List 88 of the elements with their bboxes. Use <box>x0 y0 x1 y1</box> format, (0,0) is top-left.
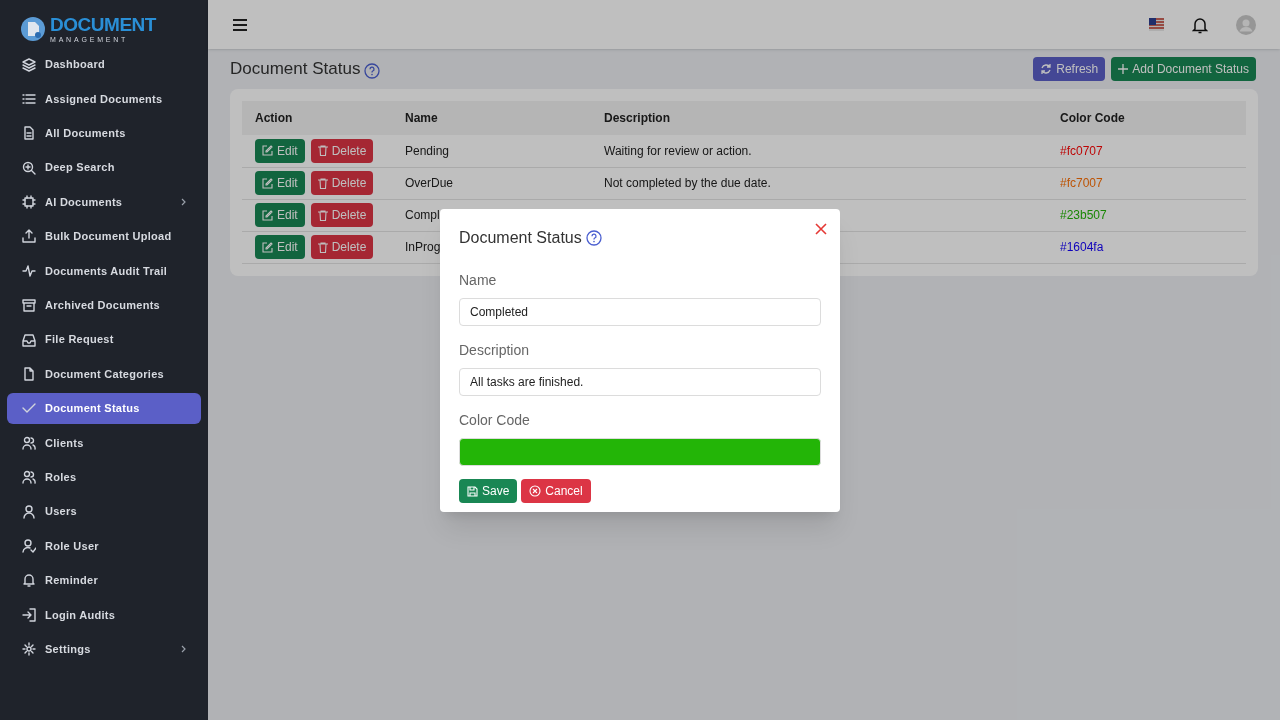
edit-button[interactable]: Edit <box>255 138 305 163</box>
login-icon <box>22 607 36 622</box>
sidebar-item[interactable]: File Request <box>7 324 201 356</box>
sidebar-item[interactable]: AI Documents <box>7 186 201 218</box>
bell-icon <box>22 573 36 588</box>
column-header: Description <box>604 111 670 125</box>
table-cell: Pending <box>405 143 450 158</box>
flag-icon[interactable] <box>1149 18 1164 31</box>
field-label: Description <box>459 341 531 360</box>
field-label: Name <box>459 271 498 290</box>
column-header: Name <box>405 111 438 125</box>
upload-icon <box>22 229 36 244</box>
table-cell: Compl <box>405 208 440 222</box>
delete-button[interactable]: Delete <box>310 203 374 227</box>
sidebar-item[interactable]: Document Status <box>7 392 201 424</box>
inbox-icon <box>22 332 36 347</box>
table-cell: InProg <box>405 240 441 254</box>
table-cell: Not completed by the due date. <box>604 176 771 190</box>
plus-icon <box>1118 64 1129 74</box>
color-picker[interactable] <box>459 438 821 466</box>
edit-icon <box>262 177 273 189</box>
input-field[interactable]: All tasks are finished. <box>459 368 821 396</box>
search-icon <box>22 160 36 175</box>
column-header: Action <box>255 111 293 125</box>
menu-icon[interactable] <box>232 17 248 32</box>
table-cell: #1604fa <box>1060 240 1104 254</box>
archive-icon <box>22 298 36 313</box>
document-icon <box>22 126 36 141</box>
trash-icon <box>317 145 328 157</box>
file-icon <box>22 367 36 381</box>
sidebar-item[interactable]: Settings <box>7 633 201 665</box>
sidebar-item[interactable]: Login Audits <box>7 599 201 631</box>
logo-title: DOCUMENT <box>50 15 156 34</box>
refresh-button[interactable]: Refresh <box>1033 57 1106 81</box>
table-cell: #fc7007 <box>1060 176 1103 190</box>
edit-icon <box>262 145 273 157</box>
sidebar-item[interactable]: Bulk Document Upload <box>7 220 201 252</box>
edit-button[interactable]: Edit <box>255 203 305 227</box>
sidebar-item[interactable]: Archived Documents <box>7 289 201 321</box>
edit-icon <box>262 209 273 221</box>
trash-icon <box>317 209 328 221</box>
delete-button[interactable]: Delete <box>310 138 374 163</box>
sidebar-item[interactable]: Documents Audit Trail <box>7 255 201 287</box>
chip-icon <box>22 195 36 210</box>
field-label: Color Code <box>459 411 531 430</box>
table-cell: #23b507 <box>1060 208 1107 222</box>
trash-icon <box>317 177 328 189</box>
user-check-icon <box>22 538 36 553</box>
sidebar-item[interactable]: Users <box>7 496 201 528</box>
list-icon <box>22 91 36 106</box>
column-header: Color Code <box>1060 111 1125 125</box>
close-icon[interactable] <box>815 223 827 235</box>
delete-button[interactable]: Delete <box>310 171 374 195</box>
edit-button[interactable]: Edit <box>255 235 305 259</box>
edit-button[interactable]: Edit <box>255 171 305 195</box>
table-cell: #fc0707 <box>1060 143 1103 158</box>
cancel-icon <box>529 485 542 497</box>
modal-title: Document Status <box>459 228 582 248</box>
sidebar-item[interactable]: Reminder <box>7 564 201 596</box>
delete-button[interactable]: Delete <box>310 235 374 259</box>
sidebar-item[interactable]: Dashboard <box>7 49 201 80</box>
trash-icon <box>317 241 328 253</box>
input-field[interactable]: Completed <box>459 298 821 326</box>
help-icon[interactable] <box>585 230 602 246</box>
add-button[interactable]: Add Document Status <box>1111 57 1256 81</box>
activity-icon <box>22 263 36 278</box>
people-icon <box>22 435 36 450</box>
page-title: Document Status <box>230 58 361 81</box>
sidebar-item[interactable]: Role User <box>7 530 201 562</box>
gear-icon <box>22 642 36 657</box>
sidebar-item[interactable]: Assigned Documents <box>7 83 201 115</box>
edit-icon <box>262 241 273 253</box>
help-icon[interactable] <box>364 63 381 79</box>
save-button[interactable]: Save <box>459 479 518 503</box>
sidebar-item[interactable]: Clients <box>7 427 201 459</box>
table-cell: OverDue <box>405 176 454 190</box>
sidebar-item[interactable]: Deep Search <box>7 152 201 184</box>
sidebar-item[interactable]: Document Categories <box>7 358 201 390</box>
refresh-icon <box>1040 63 1053 75</box>
sidebar-item[interactable]: All Documents <box>7 117 201 149</box>
table-cell: Waiting for review or action. <box>604 143 752 158</box>
logo-icon <box>20 16 46 42</box>
layers-icon <box>22 57 36 72</box>
cancel-button[interactable]: Cancel <box>521 479 591 503</box>
user-icon <box>22 504 36 519</box>
notification-bell-icon[interactable] <box>1192 15 1208 34</box>
people-icon <box>22 470 36 485</box>
sidebar-item[interactable]: Roles <box>7 461 201 493</box>
